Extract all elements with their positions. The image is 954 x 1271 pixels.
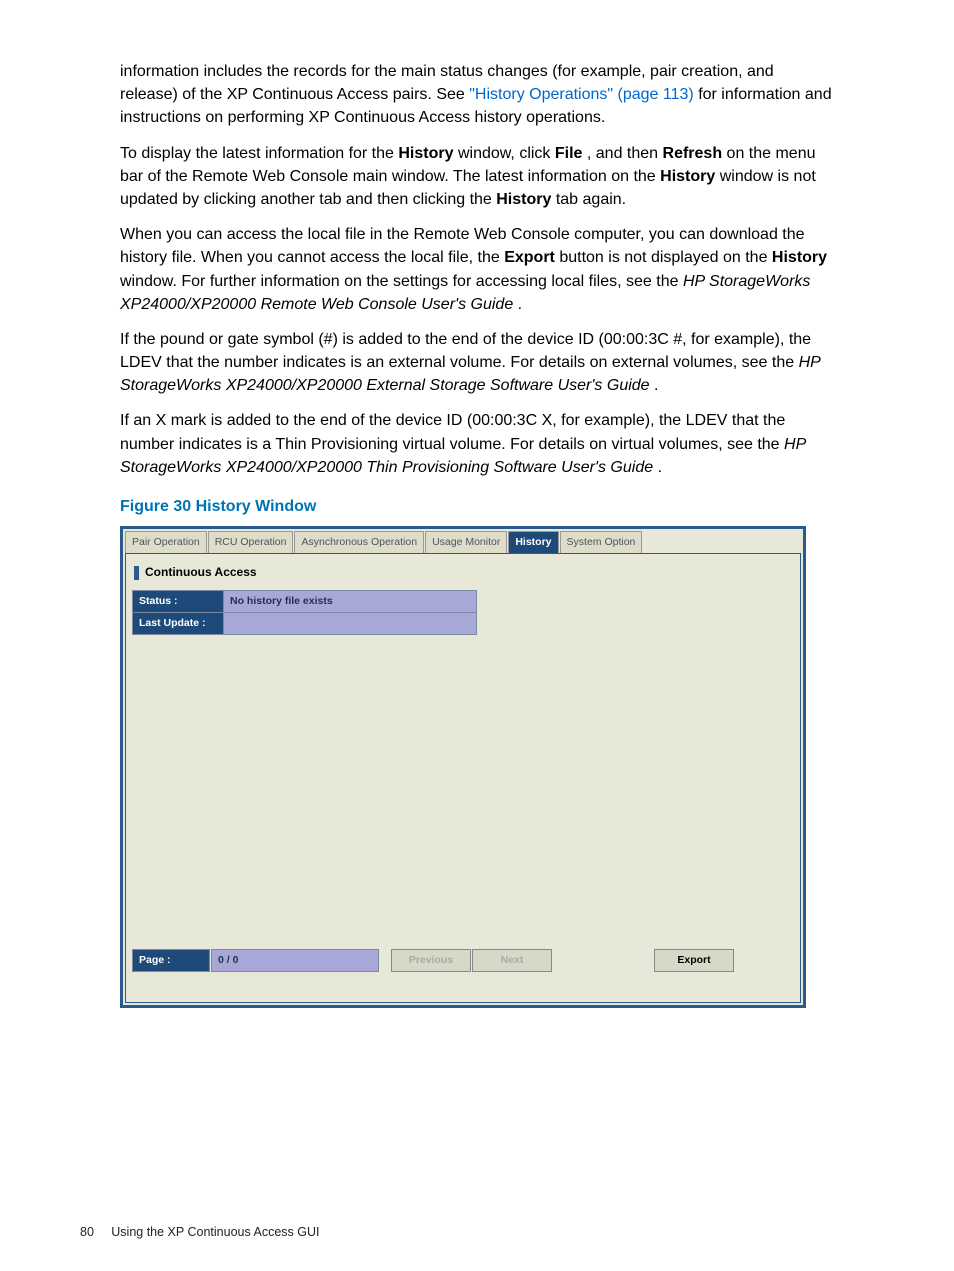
tab-system-option[interactable]: System Option [560,531,643,553]
body-paragraph: When you can access the local file in th… [120,223,834,316]
lastupdate-label: Last Update : [133,613,224,635]
previous-button[interactable]: Previous [391,949,471,972]
page-number: 80 [80,1225,94,1239]
section-title-text: Continuous Access [145,564,257,581]
history-panel: Continuous Access Status : No history fi… [125,553,801,1003]
text-bold: File [555,145,583,162]
figure-caption: Figure 30 History Window [120,495,834,518]
tab-history[interactable]: History [508,531,558,553]
text-bold: History [398,145,453,162]
history-operations-link[interactable]: "History Operations" (page 113) [469,86,694,103]
status-label: Status : [133,590,224,612]
body-paragraph: information includes the records for the… [120,60,834,130]
text: tab again. [556,191,626,208]
table-row: Last Update : [133,613,477,635]
section-title: Continuous Access [132,560,794,589]
page-label: Page : [132,949,210,972]
page-value: 0 / 0 [211,949,379,972]
title-marker-icon [134,566,139,580]
chapter-title: Using the XP Continuous Access GUI [111,1225,319,1239]
text: To display the latest information for th… [120,145,398,162]
tab-usage-monitor[interactable]: Usage Monitor [425,531,507,553]
text-bold: History [496,191,551,208]
spacer [132,974,794,996]
info-table: Status : No history file exists Last Upd… [132,590,477,635]
text: . [518,296,522,313]
history-content-area [160,643,776,939]
text: . [654,377,658,394]
text: button is not displayed on the [559,249,772,266]
status-value: No history file exists [224,590,477,612]
text-bold: Refresh [663,145,723,162]
text: , and then [587,145,663,162]
text: If the pound or gate symbol (#) is added… [120,331,811,371]
tab-pair-operation[interactable]: Pair Operation [125,531,207,553]
next-button[interactable]: Next [472,949,552,972]
export-button[interactable]: Export [654,949,734,972]
body-paragraph: If an X mark is added to the end of the … [120,409,834,479]
text: window, click [458,145,555,162]
lastupdate-value [224,613,477,635]
tab-rcu-operation[interactable]: RCU Operation [208,531,294,553]
tab-bar: Pair Operation RCU Operation Asynchronou… [123,529,803,553]
body-paragraph: If the pound or gate symbol (#) is added… [120,328,834,398]
text: If an X mark is added to the end of the … [120,412,785,452]
text-bold: Export [504,249,555,266]
bottom-bar: Page : 0 / 0 Previous Next Export [132,947,734,974]
text-bold: History [772,249,827,266]
body-paragraph: To display the latest information for th… [120,142,834,212]
tab-asynchronous-operation[interactable]: Asynchronous Operation [294,531,424,553]
page-footer: 80 Using the XP Continuous Access GUI [80,1223,320,1241]
history-window: Pair Operation RCU Operation Asynchronou… [120,526,806,1008]
text: window. For further information on the s… [120,273,683,290]
text-bold: History [660,168,715,185]
table-row: Status : No history file exists [133,590,477,612]
text: . [658,459,662,476]
